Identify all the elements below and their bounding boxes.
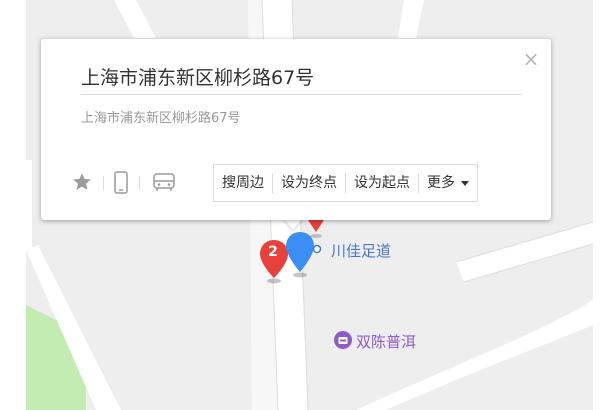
poi-label-2[interactable]: 双陈普洱 <box>356 331 416 352</box>
shop-icon <box>334 331 352 349</box>
star-icon[interactable] <box>71 171 93 193</box>
popup-title: 上海市浦东新区柳杉路67号 <box>81 67 315 89</box>
road-right <box>456 222 593 282</box>
location-info-popup: × 上海市浦东新区柳杉路67号 上海市浦东新区柳杉路67号 搜周边 设为终点 设… <box>41 39 551 220</box>
search-nearby-button[interactable]: 搜周边 <box>214 165 272 201</box>
popup-action-bar: 搜周边 设为终点 设为起点 更多 <box>213 164 478 202</box>
phone-icon[interactable] <box>113 171 129 195</box>
poi-label-1[interactable]: 川佳足道 <box>331 240 391 261</box>
chevron-down-icon <box>461 180 469 186</box>
road-top-left <box>114 0 156 38</box>
popup-address: 上海市浦东新区柳杉路67号 <box>81 111 241 126</box>
icon-separator <box>139 176 140 190</box>
road-top-right <box>398 0 424 38</box>
poi-dot-icon <box>312 244 322 254</box>
set-origin-button[interactable]: 设为起点 <box>346 165 418 201</box>
set-destination-button[interactable]: 设为终点 <box>273 165 345 201</box>
blue-location-marker[interactable] <box>283 230 317 280</box>
close-icon[interactable]: × <box>521 49 541 69</box>
car-icon[interactable] <box>151 171 177 193</box>
more-label: 更多 <box>427 175 455 191</box>
road-bottom-right <box>356 300 593 410</box>
icon-separator <box>103 176 104 190</box>
popup-divider <box>81 94 522 95</box>
more-dropdown-button[interactable]: 更多 <box>419 165 477 201</box>
